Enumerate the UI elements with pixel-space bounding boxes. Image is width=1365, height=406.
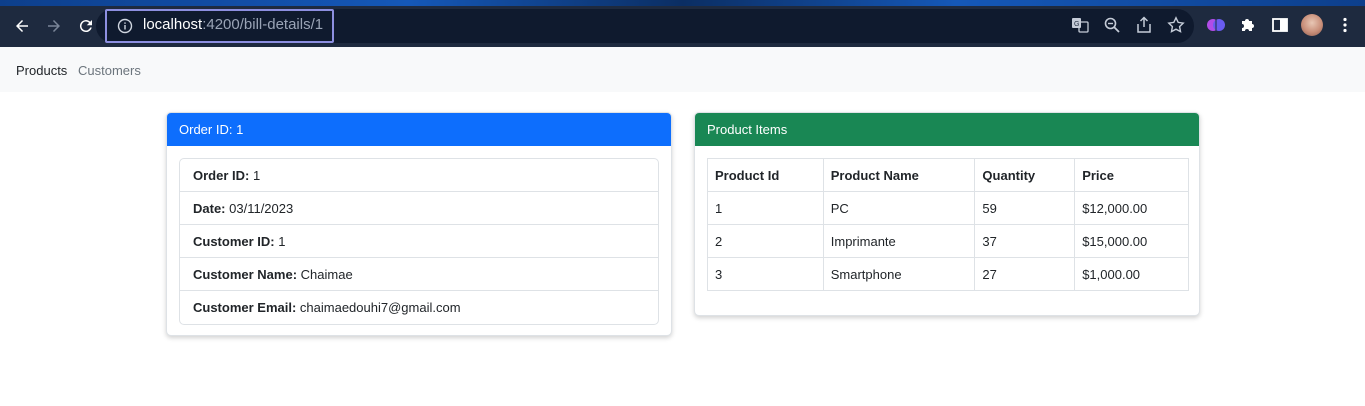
cell-price: $12,000.00 xyxy=(1074,191,1189,225)
url-path: :4200/bill-details/1 xyxy=(202,16,324,33)
col-quantity: Quantity xyxy=(974,158,1076,192)
order-card-header: Order ID: 1 xyxy=(167,113,671,146)
table-header-row: Product Id Product Name Quantity Price xyxy=(707,158,1189,192)
date-item: Date: 03/11/2023 xyxy=(180,192,658,225)
customer-email-label: Customer Email: xyxy=(193,300,297,315)
cell-product-name: Smartphone xyxy=(822,257,976,291)
order-id-label: Order ID: xyxy=(193,168,250,183)
date-label: Date: xyxy=(193,201,226,216)
order-card: Order ID: 1 Order ID: 1 Date: 03/11/2023… xyxy=(166,112,672,336)
table-row: 2 Imprimante 37 $15,000.00 xyxy=(707,224,1189,258)
date-value: 03/11/2023 xyxy=(225,201,294,216)
cell-product-name: Imprimante xyxy=(822,224,976,258)
cell-product-name: PC xyxy=(822,191,976,225)
col-product-name: Product Name xyxy=(822,158,976,192)
customer-email-value: chaimaedouhi7@gmail.com xyxy=(296,300,461,315)
zoom-icon[interactable] xyxy=(1103,16,1121,34)
info-icon[interactable] xyxy=(117,18,133,34)
customer-id-label: Customer ID: xyxy=(193,234,275,249)
cell-product-id: 2 xyxy=(707,224,824,258)
star-icon[interactable] xyxy=(1167,16,1185,34)
cell-price: $1,000.00 xyxy=(1074,257,1189,291)
sidepanel-icon[interactable] xyxy=(1270,15,1290,35)
customer-id-value: 1 xyxy=(274,234,286,249)
product-items-body: Product Id Product Name Quantity Price 1… xyxy=(695,146,1199,303)
table-row: 1 PC 59 $12,000.00 xyxy=(707,191,1189,225)
customer-email-item: Customer Email: chaimaedouhi7@gmail.com xyxy=(180,291,658,324)
col-product-id: Product Id xyxy=(707,158,824,192)
nav-link-customers[interactable]: Customers xyxy=(78,63,141,78)
customer-id-item: Customer ID: 1 xyxy=(180,225,658,258)
puzzle-icon[interactable] xyxy=(1238,15,1258,35)
share-icon[interactable] xyxy=(1135,16,1153,34)
product-items-table: Product Id Product Name Quantity Price 1… xyxy=(707,158,1189,291)
app-navbar: Products Customers xyxy=(0,47,1365,92)
browser-chrome: localhost:4200/bill-details/1 G xyxy=(0,0,1365,47)
cell-quantity: 27 xyxy=(974,257,1076,291)
url-text[interactable]: localhost:4200/bill-details/1 xyxy=(143,16,323,33)
order-details-list: Order ID: 1 Date: 03/11/2023 Customer ID… xyxy=(179,158,659,325)
order-id-item: Order ID: 1 xyxy=(180,159,658,192)
url-host: localhost xyxy=(143,16,203,33)
table-row: 3 Smartphone 27 $1,000.00 xyxy=(707,257,1189,291)
cell-price: $15,000.00 xyxy=(1074,224,1189,258)
svg-text:G: G xyxy=(1074,21,1079,28)
avatar[interactable] xyxy=(1301,14,1323,36)
back-arrow-icon[interactable] xyxy=(10,14,34,38)
cell-product-id: 3 xyxy=(707,257,824,291)
brain-extension-icon[interactable] xyxy=(1206,15,1226,35)
customer-name-item: Customer Name: Chaimae xyxy=(180,258,658,291)
menu-dots-icon[interactable] xyxy=(1335,15,1355,35)
cell-quantity: 37 xyxy=(974,224,1076,258)
product-items-header: Product Items xyxy=(695,113,1199,146)
browser-toolbar: localhost:4200/bill-details/1 G xyxy=(0,6,1365,47)
nav-link-products[interactable]: Products xyxy=(16,63,67,78)
translate-icon[interactable]: G xyxy=(1071,16,1089,34)
cell-quantity: 59 xyxy=(974,191,1076,225)
order-card-body: Order ID: 1 Date: 03/11/2023 Customer ID… xyxy=(167,146,671,335)
product-items-card: Product Items Product Id Product Name Qu… xyxy=(694,112,1200,316)
reload-icon[interactable] xyxy=(74,14,98,38)
col-price: Price xyxy=(1074,158,1189,192)
cell-product-id: 1 xyxy=(707,191,824,225)
order-id-value: 1 xyxy=(249,168,261,183)
forward-arrow-icon[interactable] xyxy=(42,14,66,38)
customer-name-value: Chaimae xyxy=(297,267,353,282)
customer-name-label: Customer Name: xyxy=(193,267,298,282)
